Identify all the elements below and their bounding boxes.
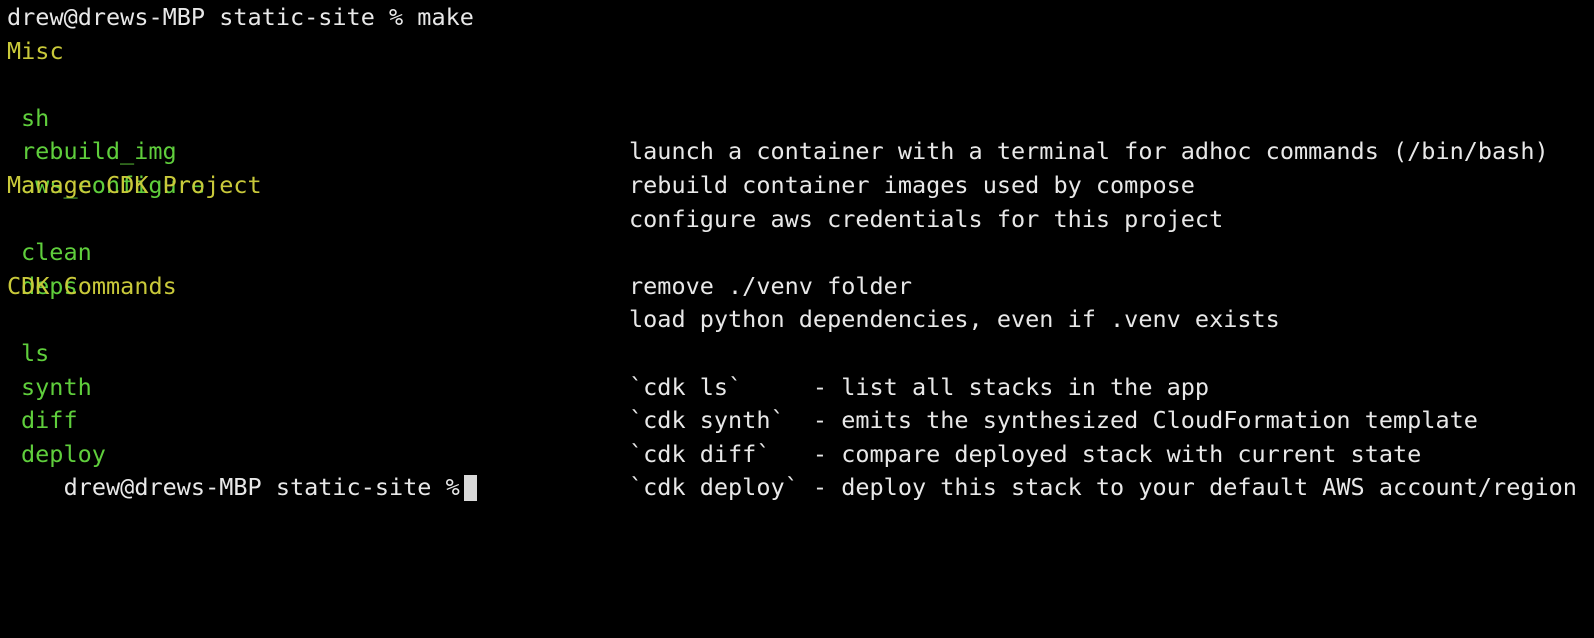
section-title-manage-cdk-project: Manage CDK Project xyxy=(7,171,262,199)
section-title-cdk-commands: CDK Commands xyxy=(7,271,177,300)
target-row: synth `cdk synth` - emits the synthesize… xyxy=(7,337,1587,435)
target-row: ls `cdk ls` - list all stacks in the app xyxy=(7,303,1587,401)
target-row: rebuild_img rebuild container images use… xyxy=(7,102,1587,199)
terminal-window[interactable]: drew@drews-MBP static-site % make Misc s… xyxy=(0,0,1594,502)
target-row: sh launch a container with a terminal fo… xyxy=(7,68,1587,166)
target-row: deps load python dependencies, even if .… xyxy=(7,236,1587,334)
prompt-line: drew@drews-MBP static-site % make xyxy=(7,3,474,31)
target-row: deploy `cdk deploy` - deploy this stack … xyxy=(7,404,1587,502)
section-title-misc: Misc xyxy=(7,36,64,65)
text-cursor xyxy=(463,475,477,502)
target-description: `cdk deploy` - deploy this stack to your… xyxy=(629,473,1577,502)
current-prompt-line[interactable]: drew@drews-MBP static-site % xyxy=(7,438,1587,502)
target-row: aws_configure configure aws credentials … xyxy=(7,135,1587,233)
target-row: clean remove ./venv folder xyxy=(7,203,1587,300)
current-prompt: drew@drews-MBP static-site % xyxy=(63,473,460,502)
target-row: diff `cdk diff` - compare deployed stack… xyxy=(7,371,1587,468)
